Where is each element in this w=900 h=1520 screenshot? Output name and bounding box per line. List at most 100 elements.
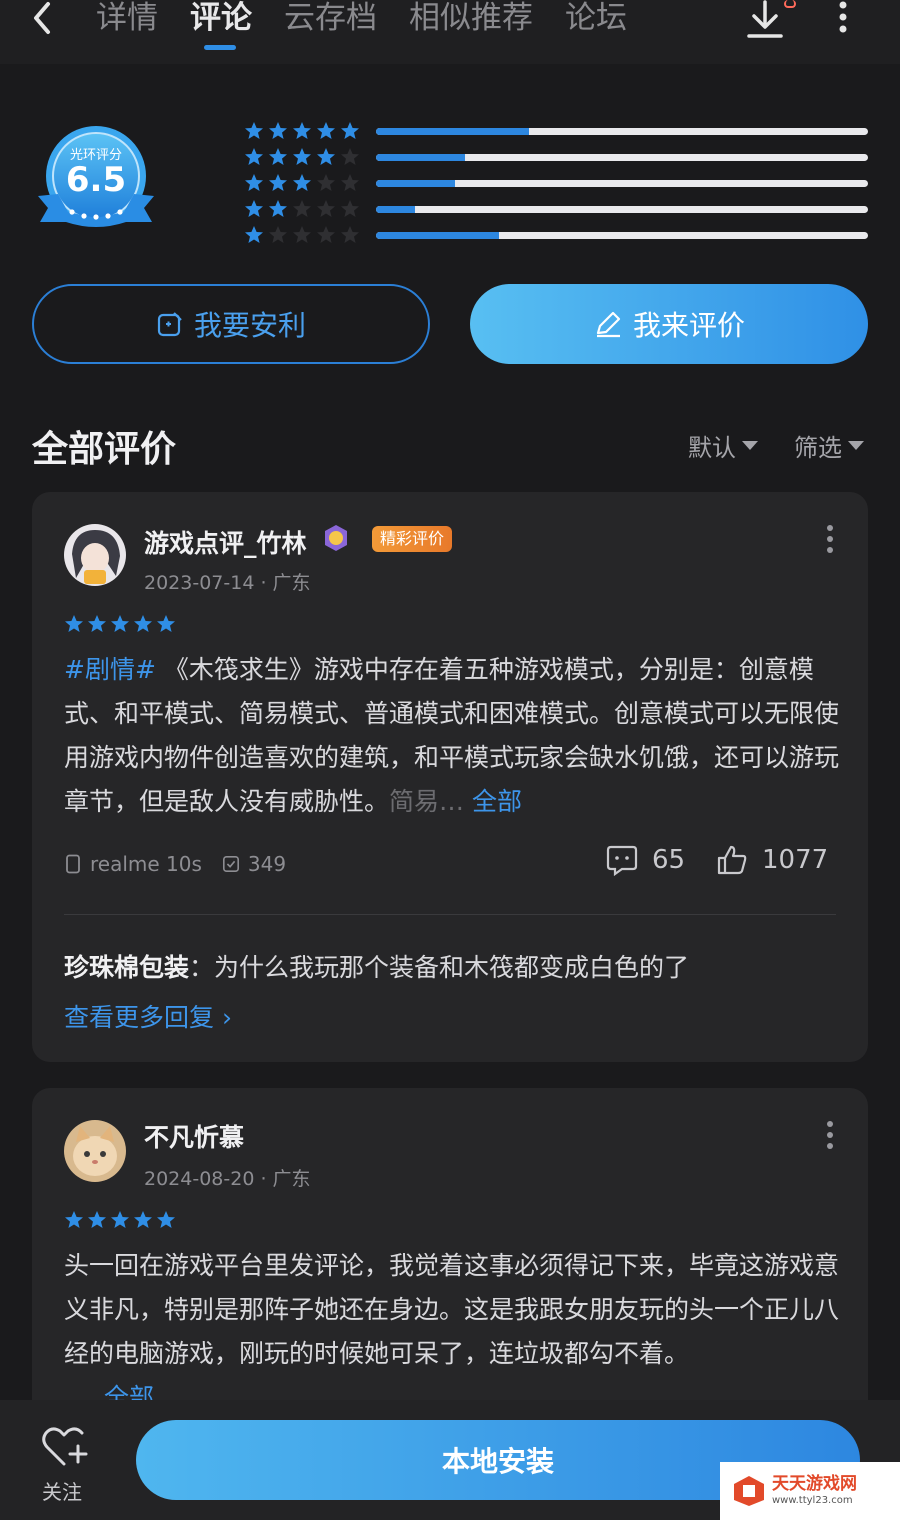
all-reviews-title: 全部评价 (32, 429, 177, 470)
star-filled-icon (65, 615, 83, 632)
review-date-location: 2024-08-20 · 广东 (144, 1168, 311, 1190)
star-empty-icon (269, 226, 287, 243)
distribution-stars (244, 225, 376, 245)
distribution-stars (244, 173, 376, 193)
tab-forum[interactable]: 论坛 (565, 0, 627, 40)
expand-link[interactable]: 全部 (472, 787, 522, 816)
watermark-url: www.ttyl23.com (772, 1495, 853, 1506)
star-empty-icon (293, 226, 311, 243)
distribution-stars (244, 121, 376, 141)
watermark-title: 天天游戏网 (772, 1474, 857, 1494)
review-text: 头一回在游戏平台里发评论，我觉着这事必须得记下来，毕竟这游戏意义非凡，特别是那阵… (64, 1244, 840, 1376)
star-filled-icon (88, 1211, 106, 1228)
star-filled-icon (269, 200, 287, 217)
like-button[interactable]: 1077 (716, 844, 828, 876)
reply-preview[interactable]: 珍珠棉包装：为什么我玩那个装备和木筏都变成白色的了 (64, 948, 689, 984)
distribution-bar (376, 153, 868, 161)
star-filled-icon (111, 615, 129, 632)
star-empty-icon (341, 226, 359, 243)
distribution-row (244, 144, 868, 170)
distribution-bar-fill (376, 179, 455, 187)
tab-cloud-save[interactable]: 云存档 (284, 0, 377, 40)
top-nav-bar: 详情 评论 云存档 相似推荐 论坛 (0, 0, 900, 64)
divider (64, 914, 836, 915)
tab-similar[interactable]: 相似推荐 (409, 0, 533, 40)
follow-label[interactable]: 关注 (42, 1476, 82, 1505)
play-count: 349 (247, 852, 287, 876)
username[interactable]: 不凡忻慕 (144, 1118, 244, 1154)
distribution-bar (376, 231, 868, 239)
back-arrow-icon[interactable] (28, 0, 58, 40)
star-filled-icon (111, 1211, 129, 1228)
more-options-icon[interactable] (836, 0, 850, 36)
download-icon[interactable] (746, 0, 784, 40)
star-filled-icon (157, 1211, 175, 1228)
rating-badge: 光环评分 6.5 (34, 126, 158, 234)
star-filled-icon (317, 148, 335, 165)
tab-details[interactable]: 详情 (96, 0, 158, 40)
tab-reviews[interactable]: 评论 (190, 0, 252, 50)
thumbs-up-icon (717, 845, 747, 875)
star-filled-icon (157, 615, 175, 632)
distribution-stars (244, 199, 376, 219)
star-empty-icon (341, 148, 359, 165)
write-review-label: 我来评价 (632, 309, 745, 342)
star-filled-icon (134, 615, 152, 632)
star-filled-icon (245, 174, 263, 191)
star-filled-icon (245, 122, 263, 139)
phone-icon (66, 854, 80, 874)
write-review-button[interactable]: 我来评价 (470, 284, 868, 364)
star-filled-icon (293, 122, 311, 139)
install-label: 本地安装 (441, 1445, 554, 1478)
review-card[interactable]: 不凡忻慕 2024-08-20 · 广东 头一回在游戏平台里发评论，我觉着这事必… (32, 1088, 868, 1428)
star-filled-icon (134, 1211, 152, 1228)
distribution-row (244, 170, 868, 196)
caret-down-icon (742, 441, 758, 450)
star-empty-icon (317, 226, 335, 243)
distribution-bar (376, 179, 868, 187)
review-truncated: 简易… (389, 787, 465, 816)
avatar[interactable] (64, 524, 126, 586)
star-filled-icon (88, 615, 106, 632)
sort-label: 默认 (688, 434, 736, 462)
more-options-icon[interactable] (826, 524, 834, 554)
avatar[interactable] (64, 1120, 126, 1182)
sort-dropdown[interactable]: 默认 (688, 428, 758, 463)
distribution-row (244, 118, 868, 144)
playtime-icon (222, 855, 239, 873)
rating-score: 6.5 (65, 160, 127, 200)
distribution-row (244, 196, 868, 222)
reply-text: 为什么我玩那个装备和木筏都变成白色的了 (214, 953, 690, 982)
review-card[interactable]: 游戏点评_竹林 精彩评价 2023-07-14 · 广东 #剧情# 《木筏求生》… (32, 492, 868, 1062)
like-count: 1077 (762, 845, 829, 875)
comment-button[interactable]: 65 (606, 844, 685, 876)
distribution-bar (376, 205, 868, 213)
heart-plus-icon[interactable] (40, 1424, 88, 1468)
recommend-icon (157, 312, 182, 337)
star-filled-icon (317, 122, 335, 139)
more-options-icon[interactable] (826, 1120, 834, 1150)
distribution-row (244, 222, 868, 248)
recommend-button[interactable]: 我要安利 (32, 284, 430, 364)
star-filled-icon (269, 122, 287, 139)
distribution-bar-fill (376, 205, 416, 213)
reply-username[interactable]: 珍珠棉包装 (64, 953, 189, 982)
recommend-label: 我要安利 (193, 309, 306, 342)
review-stars (64, 614, 176, 634)
star-filled-icon (65, 1211, 83, 1228)
star-filled-icon (245, 148, 263, 165)
star-empty-icon (293, 200, 311, 217)
distribution-bar-fill (376, 127, 529, 135)
star-filled-icon (245, 226, 263, 243)
more-replies-link[interactable]: 查看更多回复 › (64, 998, 232, 1034)
star-empty-icon (317, 200, 335, 217)
star-filled-icon (341, 122, 359, 139)
review-text: #剧情# 《木筏求生》游戏中存在着五种游戏模式，分别是：创意模式、和平模式、简易… (64, 648, 840, 824)
filter-label: 筛选 (794, 434, 842, 462)
star-filled-icon (269, 148, 287, 165)
featured-review-badge: 精彩评价 (372, 526, 453, 552)
filter-dropdown[interactable]: 筛选 (794, 428, 864, 463)
star-empty-icon (341, 174, 359, 191)
review-hashtag[interactable]: #剧情# (64, 655, 156, 684)
username[interactable]: 游戏点评_竹林 (144, 524, 307, 560)
